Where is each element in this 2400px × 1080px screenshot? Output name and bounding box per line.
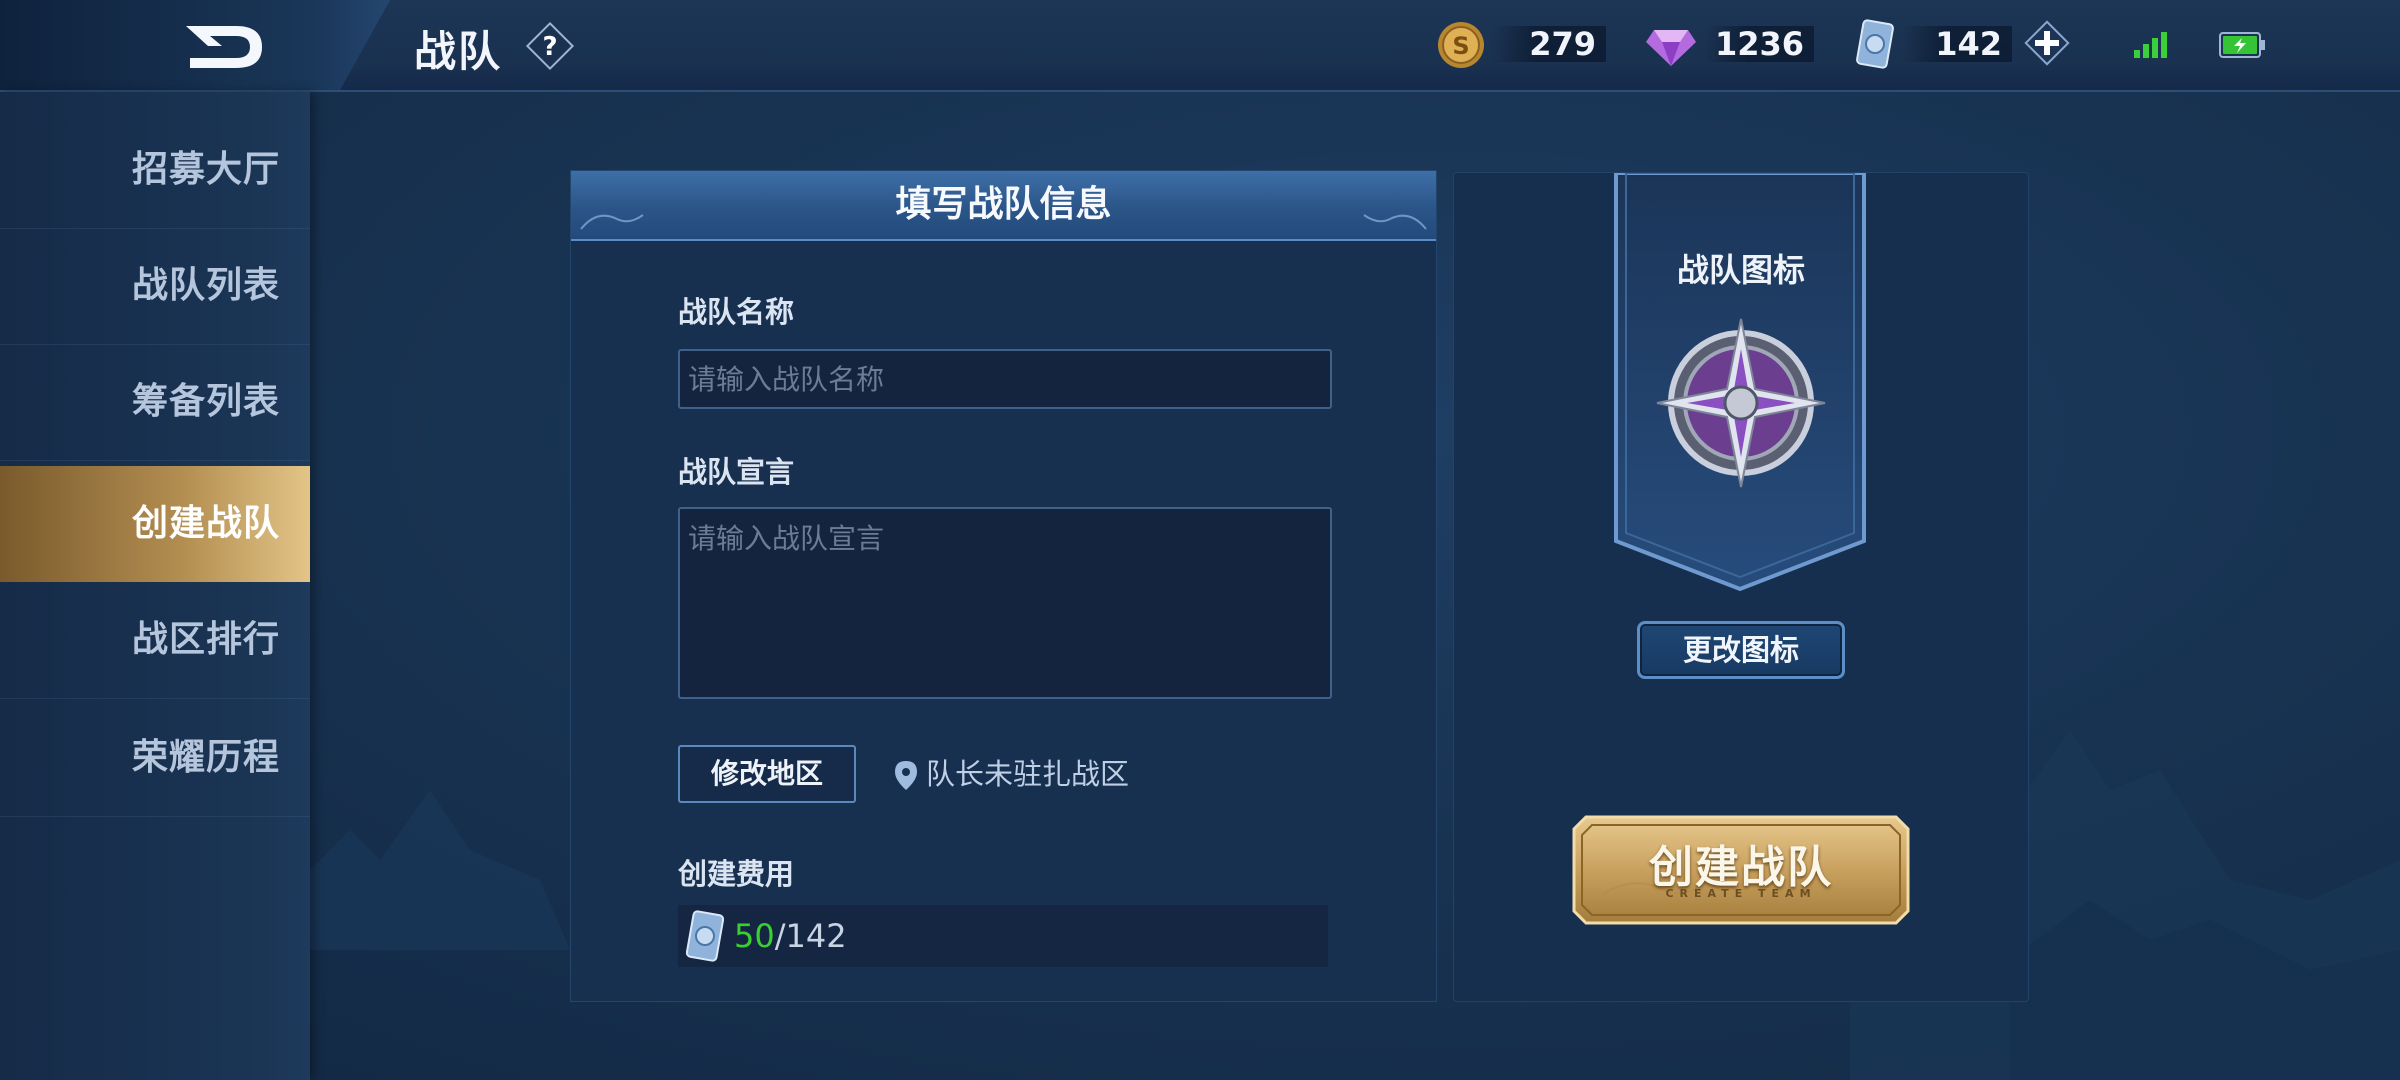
sidebar-item-prep-list[interactable]: 筹备列表 [0,344,310,461]
back-arrow-icon[interactable] [180,22,270,72]
coupon-amount: 142 [1902,26,2012,62]
team-icon-panel: 战队图标 更改图标 创建战队 CREATE TEAM [1453,172,2029,1002]
cost-separator: / [774,917,786,955]
sidebar-item-recruit-hall[interactable]: 招募大厅 [0,112,310,229]
sidebar-item-glory-history[interactable]: 荣耀历程 [0,700,310,817]
sidebar-item-label: 创建战队 [131,503,280,544]
add-coupon-button[interactable] [2020,16,2074,70]
create-team-button[interactable]: 创建战队 CREATE TEAM [1572,815,1910,925]
diamond-resource: 1236 [1644,20,1816,66]
gold-coin-icon: S [1438,22,1484,68]
top-bar: 战队 ? S 279 1236 142 [0,0,2400,92]
sidebar-item-region-ranking[interactable]: 战区排行 [0,582,310,699]
diamond-gem-icon [1646,30,1696,66]
diamond-amount: 1236 [1704,26,1814,62]
signal-icon [2134,32,2167,58]
sidebar-item-team-list[interactable]: 战队列表 [0,228,310,345]
create-team-sublabel: CREATE TEAM [1665,887,1817,900]
creation-cost-value: 50/142 [734,905,847,967]
sidebar-item-label: 战区排行 [131,619,280,660]
page-title: 战队 [414,27,503,76]
cost-total: 142 [785,917,847,955]
team-emblem-icon [1656,318,1826,488]
sidebar-item-label: 荣耀历程 [131,737,280,778]
coupon-card-icon [685,910,725,962]
sidebar-item-label: 招募大厅 [131,149,280,190]
battery-icon [2219,32,2265,58]
sidebar-item-create-team[interactable]: 创建战队 [0,466,310,582]
team-info-form: 填写战队信息 战队名称 战队宣言 修改地区 队长未驻扎战区 创建费用 50/14… [570,170,1437,1002]
creation-cost-row: 50/142 [678,905,1328,967]
change-icon-button[interactable]: 更改图标 [1637,621,1845,679]
team-declaration-input[interactable] [678,507,1332,699]
team-declaration-label: 战队宣言 [678,455,795,489]
coupon-resource: 142 [1852,19,2070,69]
create-team-label: 创建战队 [1649,842,1833,893]
sidebar-item-label: 战队列表 [131,265,280,306]
svg-text:S: S [1452,32,1469,60]
sidebar: 招募大厅 战队列表 筹备列表 创建战队 战区排行 荣耀历程 [0,92,310,1080]
modify-region-button[interactable]: 修改地区 [678,745,856,803]
gold-resource: S 279 [1436,20,1608,68]
location-pin-icon [895,761,917,790]
region-status: 队长未驻扎战区 [926,751,1129,797]
svg-text:?: ? [542,32,557,62]
coupon-card-icon [1856,19,1894,69]
region-status-text: 队长未驻扎战区 [926,757,1130,791]
team-name-input[interactable] [678,349,1332,409]
gold-amount: 279 [1492,26,1606,62]
creation-cost-label: 创建费用 [678,857,795,891]
form-title: 填写战队信息 [895,184,1112,225]
cost-current: 50 [734,917,775,955]
help-button[interactable]: ? [524,20,576,72]
icon-title: 战队图标 [1676,251,1805,289]
sidebar-item-label: 筹备列表 [131,381,280,422]
form-header: 填写战队信息 [571,171,1436,241]
team-name-label: 战队名称 [678,295,795,329]
